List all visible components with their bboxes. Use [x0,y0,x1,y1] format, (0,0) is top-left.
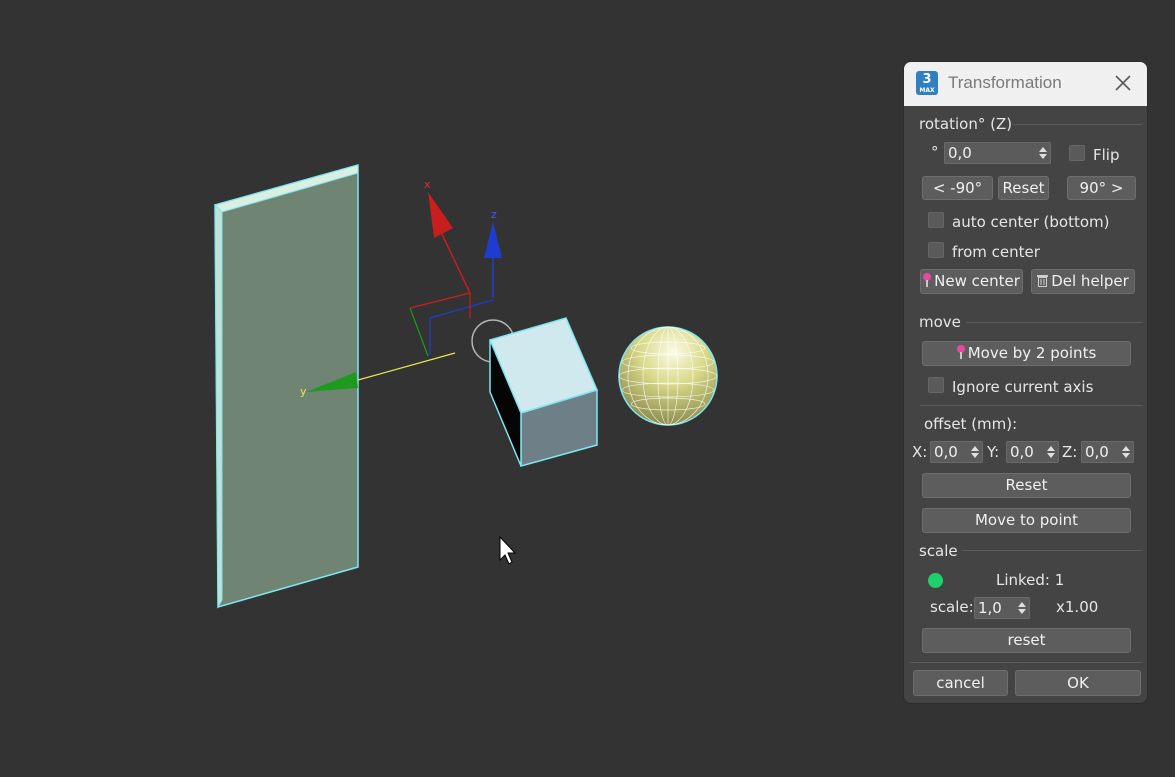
spinner-arrows-icon[interactable] [1047,444,1055,460]
move-divider [966,322,1142,323]
x-offset-label: X: [912,443,928,461]
sphere-object[interactable] [618,326,718,426]
spinner-arrows-icon[interactable] [971,444,979,460]
ignore-axis-label: Ignore current axis [952,378,1094,396]
auto-center-label: auto center (bottom) [952,213,1110,231]
scale-section-label: scale [919,542,958,560]
x-axis-label: x [424,178,431,191]
footer-divider [910,662,1142,663]
degree-symbol: ° [931,143,939,161]
z-offset-label: Z: [1062,443,1078,461]
rotate-minus-90-button[interactable]: < -90° [922,176,993,200]
mouse-cursor-icon [499,535,517,565]
pin-icon [923,273,932,287]
move-by-2-points-button[interactable]: Move by 2 points [922,341,1131,366]
linked-status-dot [928,573,943,588]
del-helper-button[interactable]: Del helper [1031,269,1135,294]
box-object[interactable] [488,317,599,467]
spinner-arrows-icon[interactable] [1039,145,1047,161]
y-axis-label: y [300,385,307,398]
scale-spinner[interactable]: 1,0 [974,597,1030,619]
trash-icon [1037,275,1049,287]
scale-reset-button[interactable]: reset [922,628,1131,653]
dialog-title: Transformation [948,73,1062,92]
y-offset-value: 0,0 [1010,443,1034,461]
auto-center-checkbox[interactable] [928,212,944,228]
move-section-label: move [919,313,961,331]
x-offset-value: 0,0 [934,443,958,461]
move-to-point-button[interactable]: Move to point [922,508,1131,533]
dialog-titlebar[interactable]: 3 MAX Transformation [904,62,1147,106]
offset-reset-button[interactable]: Reset [922,473,1131,498]
cancel-button[interactable]: cancel [913,670,1008,696]
spinner-arrows-icon[interactable] [1018,600,1026,616]
transformation-dialog: 3 MAX Transformation rotation° (Z) ° 0,0… [903,61,1148,704]
pin-icon [956,345,965,359]
close-icon[interactable] [1113,73,1133,93]
offset-label: offset (mm): [924,415,1018,433]
y-offset-label: Y: [987,443,1000,461]
z-offset-spinner[interactable]: 0,0 [1081,441,1134,463]
z-offset-value: 0,0 [1085,443,1109,461]
ok-button[interactable]: OK [1015,670,1141,696]
x-offset-spinner[interactable]: 0,0 [930,441,983,463]
scale-value: 1,0 [978,599,1002,617]
rotation-angle-value: 0,0 [948,144,972,162]
linked-label: Linked: 1 [996,571,1065,589]
scale-divider [962,550,1142,551]
from-center-checkbox[interactable] [928,242,944,258]
rotation-section-label: rotation° (Z) [919,115,1013,133]
flip-label: Flip [1093,146,1120,164]
3dsmax-app-icon: 3 MAX [916,71,938,95]
flip-checkbox[interactable] [1069,145,1085,161]
z-axis-label: z [491,208,497,221]
rotate-plus-90-button[interactable]: 90° > [1067,176,1136,200]
from-center-label: from center [952,243,1040,261]
scale-multiplier: x1.00 [1056,598,1099,616]
rotation-angle-spinner[interactable]: 0,0 [944,142,1051,164]
ignore-axis-checkbox[interactable] [928,377,944,393]
new-center-button[interactable]: New center [920,269,1023,294]
scale-label: scale: [930,598,974,616]
offset-divider [920,405,1142,406]
rotation-divider [1014,124,1142,125]
y-offset-spinner[interactable]: 0,0 [1006,441,1059,463]
rotation-reset-button[interactable]: Reset [998,176,1049,200]
spinner-arrows-icon[interactable] [1122,444,1130,460]
